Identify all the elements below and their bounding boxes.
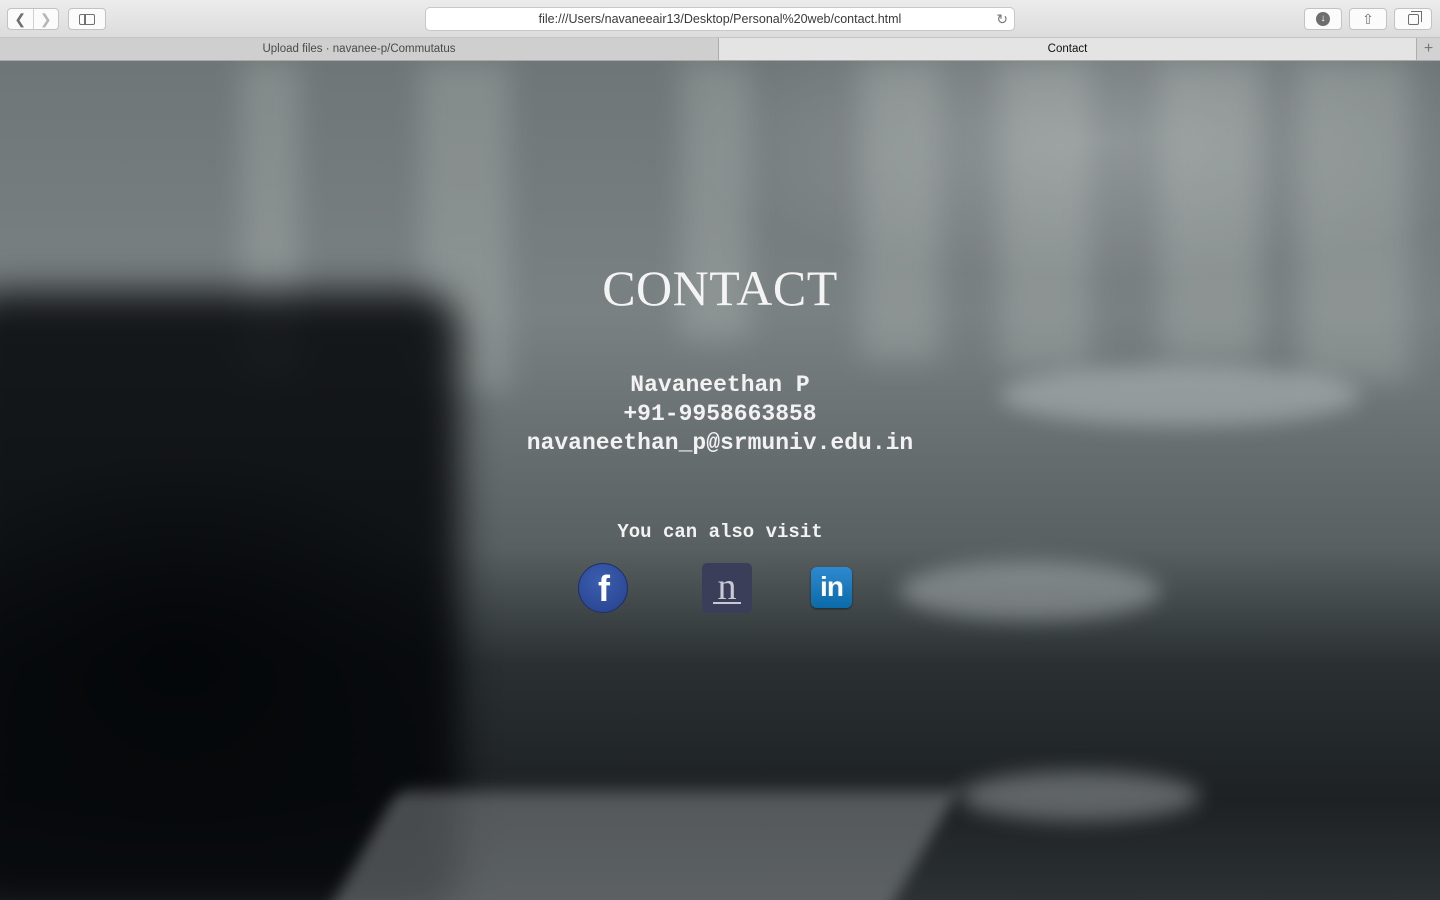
facebook-link[interactable]: f [578,563,628,613]
tab-label: Upload files · navanee-p/Commutatus [262,43,456,55]
tab-upload-files[interactable]: Upload files · navanee-p/Commutatus [0,38,719,60]
chevron-right-icon: ❯ [39,10,52,27]
contact-email: navaneethan_p@srmuniv.edu.in [526,430,914,456]
tabs-overview-button[interactable] [1394,8,1432,30]
visit-label: You can also visit [617,521,823,543]
linkedin-link[interactable]: in [811,567,852,608]
tab-contact[interactable]: Contact [719,38,1416,60]
facebook-icon: f [598,568,610,609]
sidebar-icon [79,13,95,25]
tabs-overview-icon [1407,10,1422,25]
chevron-left-icon: ❮ [14,10,27,27]
page-background: CONTACT Navaneethan P +91-9958663858 nav… [0,61,1440,900]
download-button[interactable]: ↓ [1304,8,1342,30]
contact-phone: +91-9958663858 [623,401,817,427]
newsweaver-link[interactable]: n [702,563,752,613]
url-text: file:///Users/navaneeair13/Desktop/Perso… [538,12,902,26]
address-bar[interactable]: file:///Users/navaneeair13/Desktop/Perso… [425,7,1015,31]
page-title: CONTACT [602,260,838,316]
newsweaver-icon: n [717,566,737,608]
new-tab-button[interactable]: + [1416,38,1440,60]
reload-icon[interactable]: ↻ [996,11,1008,28]
contact-info: Navaneethan P +91-9958663858 navaneethan… [0,371,1440,458]
linkedin-icon: in [820,571,844,602]
sidebar-button[interactable] [68,8,106,30]
plus-icon: + [1423,40,1434,57]
nav-buttons: ❮ ❯ [7,8,59,30]
forward-button[interactable]: ❯ [32,9,59,29]
tab-label: Contact [1047,43,1088,55]
back-button[interactable]: ❮ [8,9,33,29]
browser-toolbar: ❮ ❯ file:///Users/navaneeair13/Desktop/P… [0,0,1440,38]
share-button[interactable]: ⇧ [1349,8,1387,30]
download-icon: ↓ [1316,12,1330,26]
share-icon: ⇧ [1362,10,1374,27]
contact-name: Navaneethan P [630,372,810,398]
tab-bar: Upload files · navanee-p/Commutatus Cont… [0,38,1440,61]
